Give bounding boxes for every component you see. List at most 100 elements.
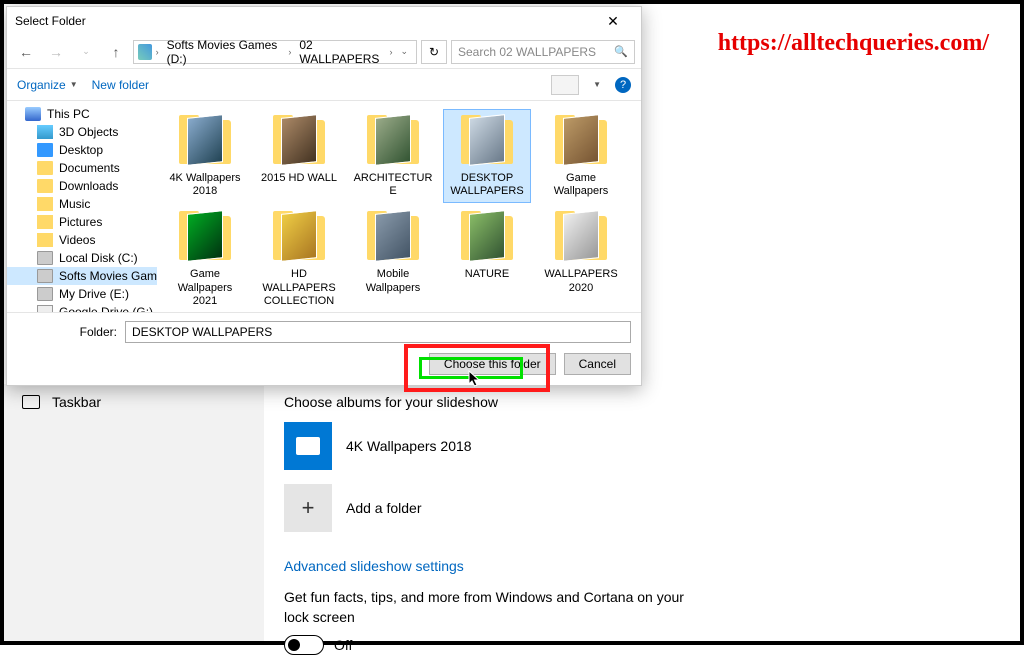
- folder-label: 2015 HD WALL: [258, 172, 340, 185]
- tree-item[interactable]: Local Disk (C:): [7, 249, 157, 267]
- tree-item-label: Music: [59, 197, 90, 211]
- refresh-button[interactable]: ↻: [421, 40, 447, 64]
- chevron-down-icon[interactable]: ▼: [593, 80, 601, 89]
- folder-item[interactable]: 4K Wallpapers 2018: [161, 109, 249, 203]
- folder-icon: [361, 114, 425, 168]
- back-button[interactable]: ←: [13, 39, 39, 65]
- tree-item[interactable]: Pictures: [7, 213, 157, 231]
- tree-item-label: Desktop: [59, 143, 103, 157]
- folder-icon: [37, 161, 53, 175]
- cube-icon: [37, 125, 53, 139]
- tree-item-label: This PC: [47, 107, 90, 121]
- folder-icon: [455, 114, 519, 168]
- folder-item[interactable]: NATURE: [443, 205, 531, 312]
- folder-icon: [173, 114, 237, 168]
- folder-item[interactable]: HD WALLPAPERS COLLECTION: [255, 205, 343, 312]
- folder-label: Game Wallpapers: [540, 172, 622, 198]
- select-folder-dialog: Select Folder ✕ ← → ⌄ ↑ › Softs Movies G…: [6, 6, 642, 386]
- folder-icon: [267, 210, 331, 264]
- breadcrumb-seg2[interactable]: 02 WALLPAPERS: [295, 38, 385, 66]
- disk-icon: [37, 269, 53, 283]
- new-folder-button[interactable]: New folder: [92, 78, 149, 92]
- search-input[interactable]: Search 02 WALLPAPERS 🔍: [451, 40, 635, 64]
- folder-item[interactable]: Game Wallpapers 2021: [161, 205, 249, 312]
- advanced-slideshow-link[interactable]: Advanced slideshow settings: [284, 558, 1000, 574]
- tree-item[interactable]: Documents: [7, 159, 157, 177]
- folder-name-input[interactable]: [125, 321, 631, 343]
- tree-item[interactable]: Softs Movies Games (D:): [7, 267, 157, 285]
- folder-item[interactable]: Game Wallpapers: [537, 109, 625, 203]
- choose-this-folder-button[interactable]: Choose this folder: [429, 353, 556, 375]
- cancel-button[interactable]: Cancel: [564, 353, 631, 375]
- address-bar[interactable]: › Softs Movies Games (D:) › 02 WALLPAPER…: [133, 40, 417, 64]
- music-icon: [37, 197, 53, 211]
- add-folder-button[interactable]: + Add a folder: [284, 484, 1000, 532]
- tree-item-label: Documents: [59, 161, 120, 175]
- nav-tree: This PC 3D Objects Desktop Documents Downloa…: [7, 101, 157, 312]
- album-item[interactable]: 4K Wallpapers 2018: [284, 422, 1000, 470]
- recent-dropdown[interactable]: ⌄: [73, 39, 99, 65]
- tree-item-label: Videos: [59, 233, 95, 247]
- desk-icon: [37, 143, 53, 157]
- album-label: 4K Wallpapers 2018: [346, 438, 472, 454]
- tree-item[interactable]: This PC: [7, 105, 157, 123]
- folder-item[interactable]: Mobile Wallpapers: [349, 205, 437, 312]
- chevron-right-icon: ›: [389, 47, 392, 57]
- drive-icon: [138, 44, 152, 60]
- fun-facts-toggle[interactable]: [284, 635, 324, 655]
- sidebar-item-taskbar[interactable]: Taskbar: [4, 384, 264, 420]
- breadcrumb-seg1[interactable]: Softs Movies Games (D:): [163, 38, 285, 66]
- tree-item[interactable]: 3D Objects: [7, 123, 157, 141]
- close-button[interactable]: ✕: [593, 13, 633, 30]
- organize-label: Organize: [17, 78, 66, 92]
- plus-icon: +: [284, 484, 332, 532]
- search-icon: 🔍: [614, 45, 628, 58]
- pic-icon: [37, 215, 53, 229]
- album-tile-icon: [284, 422, 332, 470]
- address-dropdown[interactable]: ⌄: [396, 46, 412, 57]
- folder-item[interactable]: 2015 HD WALL: [255, 109, 343, 203]
- add-folder-label: Add a folder: [346, 500, 422, 516]
- tree-item-label: Pictures: [59, 215, 102, 229]
- folder-label: Mobile Wallpapers: [352, 268, 434, 294]
- folder-item[interactable]: WALLPAPERS 2020: [537, 205, 625, 312]
- taskbar-icon: [22, 395, 40, 409]
- folder-label: NATURE: [446, 268, 528, 281]
- watermark-url: https://alltechqueries.com/: [718, 30, 989, 57]
- sidebar-item-label: Taskbar: [52, 394, 101, 410]
- up-button[interactable]: ↑: [103, 39, 129, 65]
- pc-icon: [25, 107, 41, 121]
- chevron-right-icon: ›: [156, 47, 159, 57]
- help-button[interactable]: ?: [615, 77, 631, 93]
- folder-icon: [549, 210, 613, 264]
- disk-icon: [37, 287, 53, 301]
- folder-icon: [361, 210, 425, 264]
- tree-item-label: Local Disk (C:): [59, 251, 138, 265]
- folder-label: Game Wallpapers 2021: [164, 268, 246, 308]
- folder-label: WALLPAPERS 2020: [540, 268, 622, 294]
- tree-item[interactable]: Music: [7, 195, 157, 213]
- tree-item-label: 3D Objects: [59, 125, 118, 139]
- disk-icon: [37, 251, 53, 265]
- tree-item-label: Google Drive (G:): [59, 305, 153, 312]
- choose-albums-heading: Choose albums for your slideshow: [284, 394, 1000, 410]
- chevron-down-icon: ▼: [70, 80, 78, 89]
- vid-icon: [37, 233, 53, 247]
- view-options-button[interactable]: [551, 75, 579, 95]
- folder-icon: [37, 179, 53, 193]
- folder-icon: [267, 114, 331, 168]
- tree-item-label: My Drive (E:): [59, 287, 129, 301]
- folder-item[interactable]: ARCHITECTURE: [349, 109, 437, 203]
- tree-item[interactable]: Google Drive (G:): [7, 303, 157, 312]
- tree-item[interactable]: Videos: [7, 231, 157, 249]
- drive-icon: [37, 305, 53, 312]
- folder-grid: 4K Wallpapers 2018 2015 HD WALL ARCHITECTU…: [161, 109, 637, 312]
- tree-item[interactable]: Downloads: [7, 177, 157, 195]
- organize-menu[interactable]: Organize ▼: [17, 78, 78, 92]
- tree-item[interactable]: My Drive (E:): [7, 285, 157, 303]
- folder-item[interactable]: DESKTOP WALLPAPERS: [443, 109, 531, 203]
- forward-button: →: [43, 39, 69, 65]
- chevron-right-icon: ›: [288, 47, 291, 57]
- tree-item[interactable]: Desktop: [7, 141, 157, 159]
- toggle-state-label: Off: [334, 637, 352, 653]
